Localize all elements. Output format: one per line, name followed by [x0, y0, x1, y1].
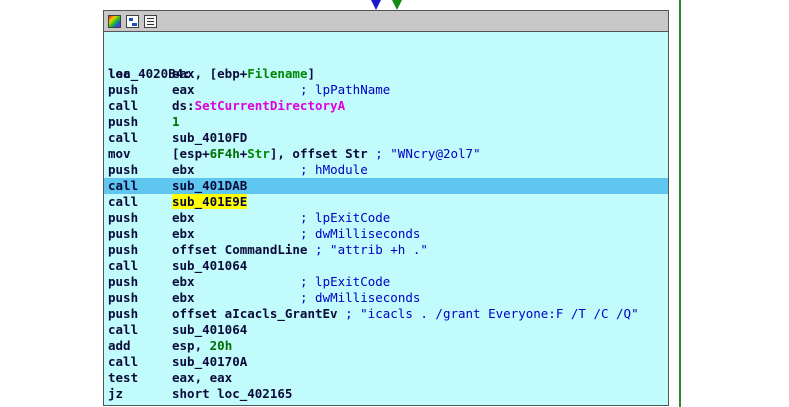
operand[interactable]: ebx — [172, 290, 195, 306]
mnemonic[interactable]: push — [108, 210, 138, 226]
mnemonic[interactable]: call — [108, 98, 138, 114]
operand[interactable]: [esp+6F4h+Str], offset Str ; "WNcry@2ol7… — [172, 146, 481, 162]
graph-node-block[interactable]: loc_4020B4: lea eax, [ebp+Filename] push ea… — [103, 10, 669, 406]
api-function-name[interactable]: SetCurrentDirectoryA — [195, 98, 346, 113]
instruction-line[interactable]: jz short loc_402165 — [104, 386, 668, 402]
comment: ; "attrib +h ." — [315, 242, 428, 257]
text-view-icon[interactable] — [144, 14, 157, 28]
graph-edge-vertical — [679, 0, 681, 407]
operand[interactable]: sub_401064 — [172, 322, 247, 338]
operand[interactable]: esp, 20h — [172, 338, 232, 354]
instruction-line[interactable]: push 1 — [104, 114, 668, 130]
comment: ; dwMilliseconds — [300, 226, 421, 241]
mnemonic[interactable]: push — [108, 274, 138, 290]
instruction-line[interactable]: lea eax, [ebp+Filename] — [104, 66, 668, 82]
operand[interactable]: ds:SetCurrentDirectoryA — [172, 98, 345, 114]
instruction-line[interactable]: push ebx ; hModule — [104, 162, 668, 178]
mnemonic[interactable]: call — [108, 130, 138, 146]
instruction-line[interactable]: push ebx ; lpExitCode — [104, 274, 668, 290]
operand[interactable]: eax, [ebp+Filename] — [172, 66, 315, 82]
instruction-line[interactable]: push ebx ; dwMilliseconds — [104, 290, 668, 306]
instruction-line[interactable]: push offset CommandLine ; "attrib +h ." — [104, 242, 668, 258]
instruction-line[interactable]: call sub_40170A — [104, 354, 668, 370]
comment: ; lpExitCode — [300, 210, 391, 225]
node-titlebar[interactable] — [104, 11, 668, 32]
mnemonic[interactable]: push — [108, 82, 138, 98]
operand[interactable]: eax, eax — [172, 370, 232, 386]
instruction-line[interactable]: push offset aIcacls_GrantEv ; "icacls . /… — [104, 306, 668, 322]
mnemonic[interactable]: lea — [108, 66, 131, 82]
true-branch-arrow-icon — [392, 0, 402, 10]
operand[interactable]: sub_401E9E — [172, 194, 248, 210]
operand[interactable]: eax — [172, 82, 195, 98]
instruction-line[interactable]: push eax ; lpPathName — [104, 82, 668, 98]
mnemonic[interactable]: push — [108, 290, 138, 306]
operand[interactable]: ebx — [172, 226, 195, 242]
instruction-line[interactable]: call sub_401E9E — [104, 194, 668, 210]
graph-overview-icon[interactable] — [126, 14, 139, 28]
mnemonic[interactable]: call — [108, 178, 138, 194]
mnemonic[interactable]: push — [108, 114, 138, 130]
immediate-value[interactable]: 6F4h — [210, 146, 240, 161]
instruction-line[interactable]: test eax, eax — [104, 370, 668, 386]
instruction-line[interactable]: call ds:SetCurrentDirectoryA — [104, 98, 668, 114]
operand[interactable]: sub_4010FD — [172, 130, 247, 146]
mnemonic[interactable]: mov — [108, 146, 131, 162]
operand[interactable]: ebx — [172, 274, 195, 290]
operand[interactable]: ebx — [172, 210, 195, 226]
stack-variable[interactable]: Str — [247, 146, 270, 161]
mnemonic[interactable]: test — [108, 370, 138, 386]
mnemonic[interactable]: add — [108, 338, 131, 354]
comment: ; hModule — [300, 162, 368, 177]
highlighted-symbol[interactable]: sub_401E9E — [172, 194, 248, 209]
instruction-line[interactable]: add esp, 20h — [104, 338, 668, 354]
mnemonic[interactable]: push — [108, 306, 138, 322]
immediate-value[interactable]: 1 — [172, 114, 180, 129]
operand[interactable]: short loc_402165 — [172, 386, 292, 402]
operand[interactable]: sub_40170A — [172, 354, 247, 370]
mnemonic[interactable]: call — [108, 322, 138, 338]
mnemonic[interactable]: push — [108, 226, 138, 242]
operand[interactable]: 1 — [172, 114, 180, 130]
false-branch-arrow-icon — [371, 0, 381, 10]
mnemonic[interactable]: call — [108, 354, 138, 370]
color-palette-icon[interactable] — [108, 14, 121, 28]
instruction-line[interactable]: call sub_401064 — [104, 322, 668, 338]
instruction-line[interactable]: push ebx ; lpExitCode — [104, 210, 668, 226]
stack-variable[interactable]: Filename — [247, 66, 307, 81]
comment: ; dwMilliseconds — [300, 290, 421, 305]
mnemonic[interactable]: call — [108, 194, 138, 210]
operand[interactable]: sub_401064 — [172, 258, 247, 274]
instruction-line[interactable]: call sub_401064 — [104, 258, 668, 274]
instruction-line[interactable]: mov [esp+6F4h+Str], offset Str ; "WNcry@2… — [104, 146, 668, 162]
operand[interactable]: offset CommandLine ; "attrib +h ." — [172, 242, 428, 258]
mnemonic[interactable]: push — [108, 162, 138, 178]
disassembly-listing[interactable]: loc_4020B4: lea eax, [ebp+Filename] push ea… — [104, 50, 668, 402]
mnemonic[interactable]: jz — [108, 386, 123, 402]
comment: ; lpPathName — [300, 82, 391, 97]
comment: ; lpExitCode — [300, 274, 391, 289]
operand[interactable]: sub_401DAB — [172, 178, 247, 194]
immediate-value[interactable]: 20h — [210, 338, 233, 353]
operand[interactable]: ebx — [172, 162, 195, 178]
mnemonic[interactable]: call — [108, 258, 138, 274]
instruction-line[interactable]: call sub_4010FD — [104, 130, 668, 146]
location-label-line[interactable]: loc_4020B4: — [104, 50, 668, 81]
operand[interactable]: offset aIcacls_GrantEv ; "icacls . /gran… — [172, 306, 639, 322]
mnemonic[interactable]: push — [108, 242, 138, 258]
comment: ; "WNcry@2ol7" — [375, 146, 481, 161]
comment: ; "icacls . /grant Everyone:F /T /C /Q" — [345, 306, 639, 321]
instruction-line-selected[interactable]: call sub_401DAB — [104, 178, 668, 194]
instruction-line[interactable]: push ebx ; dwMilliseconds — [104, 226, 668, 242]
